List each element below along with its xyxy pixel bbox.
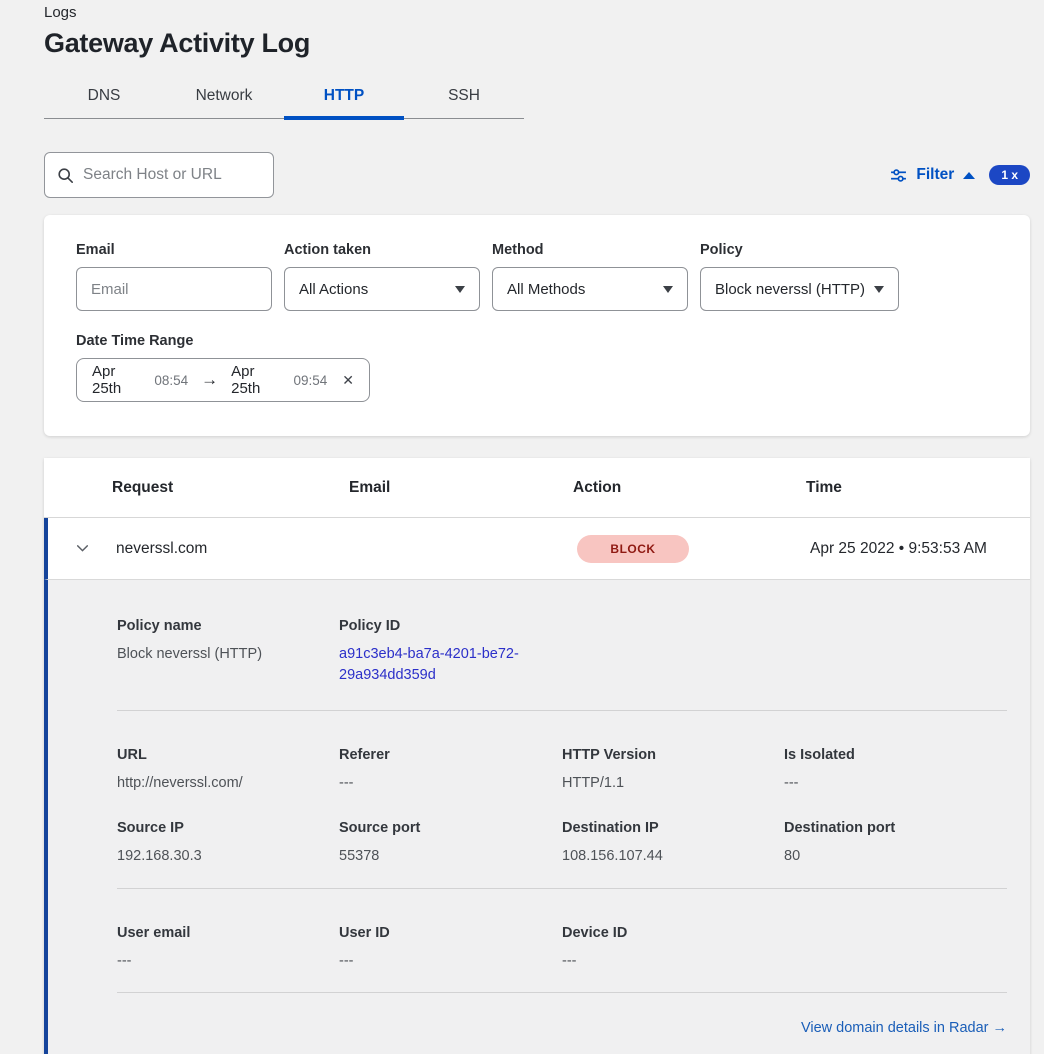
gateway-activity-log-page: Logs Gateway Activity Log DNS Network HT… xyxy=(0,0,1044,1054)
destination-port-label: Destination port xyxy=(784,820,1030,836)
filter-sliders-icon xyxy=(890,167,907,184)
filter-field-method: Method All Methods xyxy=(492,242,688,311)
end-date[interactable]: Apr 25th xyxy=(231,363,285,397)
column-header-action: Action xyxy=(573,479,806,497)
referer-value: --- xyxy=(339,773,562,794)
row-expand-chevron-icon[interactable] xyxy=(74,540,91,557)
chevron-down-icon xyxy=(663,286,673,293)
table-row[interactable]: neverssl.com BLOCK Apr 25 2022 • 9:53:53… xyxy=(44,518,1030,579)
date-range-picker[interactable]: Apr 25th 08:54 → Apr 25th 09:54 ✕ xyxy=(76,358,370,402)
destination-port-value: 80 xyxy=(784,846,1030,867)
toolbar: Filter 1 x xyxy=(44,152,1030,198)
search-box[interactable] xyxy=(44,152,274,198)
tab-http[interactable]: HTTP xyxy=(284,75,404,118)
http-version-label: HTTP Version xyxy=(562,747,784,763)
policy-id-label: Policy ID xyxy=(339,618,562,634)
user-email-label: User email xyxy=(117,925,339,941)
is-isolated-value: --- xyxy=(784,773,1030,794)
start-date[interactable]: Apr 25th xyxy=(92,363,146,397)
action-filter-select[interactable]: All Actions xyxy=(284,267,480,311)
right-arrow-icon: → xyxy=(201,370,218,390)
chevron-down-icon xyxy=(874,286,884,293)
is-isolated-label: Is Isolated xyxy=(784,747,1030,763)
policy-name-label: Policy name xyxy=(117,618,339,634)
action-filter-value: All Actions xyxy=(299,281,368,298)
device-id-label: Device ID xyxy=(562,925,784,941)
url-detail-row: URL http://neverssl.com/ Referer --- HTT… xyxy=(117,747,1030,794)
url-value: http://neverssl.com/ xyxy=(117,773,339,794)
method-filter-label: Method xyxy=(492,242,688,258)
column-header-email: Email xyxy=(349,479,573,497)
divider xyxy=(117,888,1007,889)
row-detail-panel: Policy name Block neverssl (HTTP) Policy… xyxy=(44,579,1030,1054)
device-id-value: --- xyxy=(562,951,784,972)
network-detail-row: Source IP 192.168.30.3 Source port 55378… xyxy=(117,820,1030,867)
http-version-value: HTTP/1.1 xyxy=(562,773,784,794)
breadcrumb[interactable]: Logs xyxy=(44,4,1030,21)
policy-filter-select[interactable]: Block neverssl (HTTP) xyxy=(700,267,899,311)
policy-filter-value: Block neverssl (HTTP) xyxy=(715,281,865,298)
column-header-time: Time xyxy=(806,479,1030,497)
policy-filter-label: Policy xyxy=(700,242,899,258)
policy-detail-row: Policy name Block neverssl (HTTP) Policy… xyxy=(117,618,1030,686)
view-in-radar-link[interactable]: View domain details in Radar → xyxy=(801,1020,1007,1036)
divider xyxy=(117,710,1007,711)
search-input[interactable] xyxy=(83,166,261,184)
start-time[interactable]: 08:54 xyxy=(154,373,188,388)
action-filter-label: Action taken xyxy=(284,242,480,258)
user-email-value: --- xyxy=(117,951,339,972)
filter-field-email: Email xyxy=(76,242,272,311)
tab-dns[interactable]: DNS xyxy=(44,75,164,118)
email-filter-input[interactable] xyxy=(91,281,257,298)
email-filter-label: Email xyxy=(76,242,272,258)
filter-panel: Email Action taken All Actions Method Al… xyxy=(44,215,1030,436)
row-time: Apr 25 2022 • 9:53:53 AM xyxy=(810,540,1030,558)
user-detail-row: User email --- User ID --- Device ID --- xyxy=(117,925,1030,972)
date-range-label: Date Time Range xyxy=(76,333,998,349)
clear-date-range-icon[interactable]: ✕ xyxy=(342,372,354,389)
table-header-row: Request Email Action Time xyxy=(44,458,1030,518)
user-id-value: --- xyxy=(339,951,562,972)
filter-field-date-range: Date Time Range Apr 25th 08:54 → Apr 25t… xyxy=(76,333,998,402)
divider xyxy=(117,992,1007,993)
source-port-value: 55378 xyxy=(339,846,562,867)
destination-ip-label: Destination IP xyxy=(562,820,784,836)
method-filter-value: All Methods xyxy=(507,281,585,298)
log-type-tabs: DNS Network HTTP SSH xyxy=(44,75,524,119)
tab-network[interactable]: Network xyxy=(164,75,284,118)
destination-ip-value: 108.156.107.44 xyxy=(562,846,784,867)
action-block-badge: BLOCK xyxy=(577,535,689,563)
source-ip-value: 192.168.30.3 xyxy=(117,846,339,867)
filter-field-policy: Policy Block neverssl (HTTP) xyxy=(700,242,899,311)
activity-log-table: Request Email Action Time neverssl.com B… xyxy=(44,458,1030,1054)
filter-field-action: Action taken All Actions xyxy=(284,242,480,311)
url-label: URL xyxy=(117,747,339,763)
filter-toggle-label[interactable]: Filter xyxy=(916,166,954,184)
referer-label: Referer xyxy=(339,747,562,763)
policy-id-link[interactable]: a91c3eb4-ba7a-4201-be72-29a934dd359d xyxy=(339,644,539,686)
user-id-label: User ID xyxy=(339,925,562,941)
method-filter-select[interactable]: All Methods xyxy=(492,267,688,311)
search-icon xyxy=(57,167,74,184)
row-request: neverssl.com xyxy=(116,540,353,558)
column-header-request: Request xyxy=(112,479,349,497)
tab-ssh[interactable]: SSH xyxy=(404,75,524,118)
page-title: Gateway Activity Log xyxy=(44,28,1030,59)
source-port-label: Source port xyxy=(339,820,562,836)
end-time[interactable]: 09:54 xyxy=(293,373,327,388)
chevron-down-icon xyxy=(455,286,465,293)
policy-name-value: Block neverssl (HTTP) xyxy=(117,644,339,665)
filter-controls[interactable]: Filter 1 x xyxy=(890,165,1030,185)
filter-count-badge[interactable]: 1 x xyxy=(989,165,1030,185)
chevron-up-icon xyxy=(963,172,975,179)
source-ip-label: Source IP xyxy=(117,820,339,836)
